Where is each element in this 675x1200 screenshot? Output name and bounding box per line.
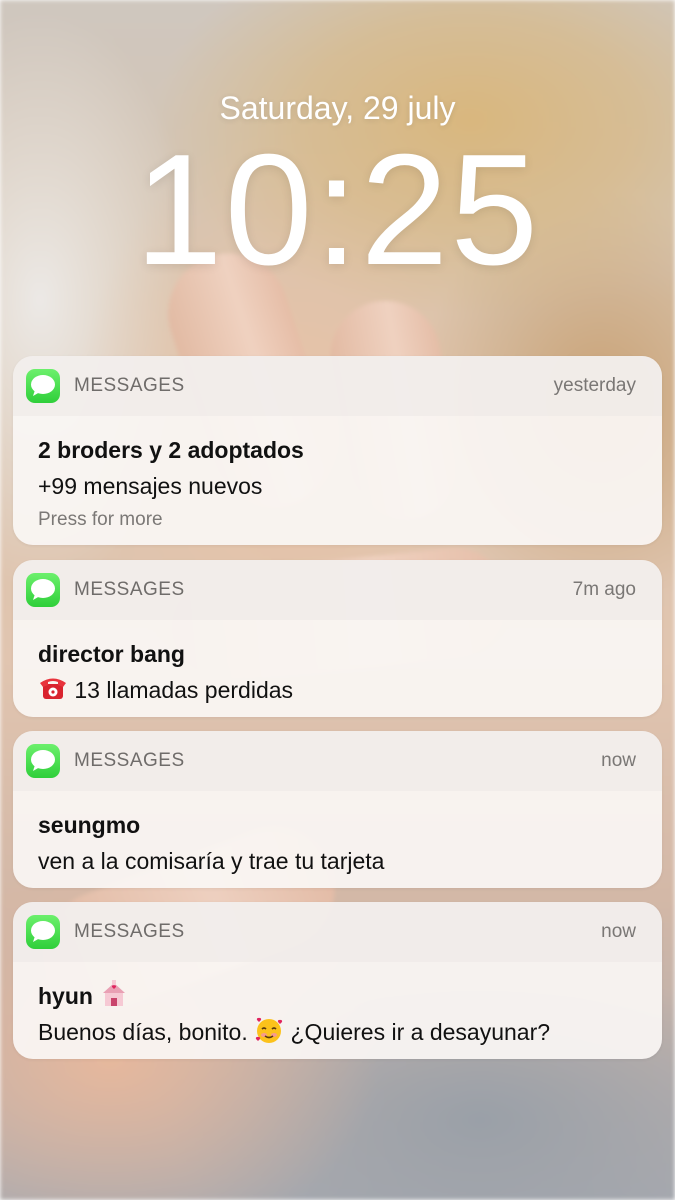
notification-card[interactable]: MESSAGES now hyun Buenos días, bonito. ¿… <box>13 902 662 1059</box>
notification-time: 7m ago <box>572 579 636 600</box>
notification-message: ven a la comisaría y trae tu tarjeta <box>38 848 385 874</box>
app-name: MESSAGES <box>74 750 185 771</box>
smiling-face-with-hearts-icon <box>254 1015 284 1045</box>
notification-header: MESSAGES now <box>13 731 662 791</box>
notification-message-row: Buenos días, bonito. ¿Quieres ir a desay… <box>38 1014 637 1050</box>
notification-message-end: ¿Quieres ir a desayunar? <box>290 1019 551 1045</box>
notification-sender: hyun <box>38 983 93 1009</box>
lock-screen-clock: 10:25 <box>134 122 541 298</box>
messages-app-icon <box>26 915 60 949</box>
messages-app-icon <box>26 369 60 403</box>
press-for-more-hint: Press for more <box>38 509 163 530</box>
notification-message-start: Buenos días, bonito. <box>38 1019 248 1045</box>
app-name: MESSAGES <box>74 375 185 396</box>
notification-header: MESSAGES now <box>13 902 662 962</box>
notification-card[interactable]: MESSAGES 7m ago director bang 13 llamada… <box>13 560 662 717</box>
messages-app-icon <box>26 573 60 607</box>
notification-header: MESSAGES yesterday <box>13 356 662 416</box>
notification-header: MESSAGES 7m ago <box>13 560 662 620</box>
notification-card[interactable]: MESSAGES yesterday 2 broders y 2 adoptad… <box>13 356 662 545</box>
messages-app-icon <box>26 744 60 778</box>
notification-sender: director bang <box>38 641 185 667</box>
notification-time: now <box>601 921 636 942</box>
telephone-icon <box>38 673 68 703</box>
wedding-chapel-icon <box>99 979 129 1009</box>
notification-time: yesterday <box>553 375 636 396</box>
app-name: MESSAGES <box>74 579 185 600</box>
notification-message-row: 13 llamadas perdidas <box>38 672 637 708</box>
notification-time: now <box>601 750 636 771</box>
notification-card[interactable]: MESSAGES now seungmo ven a la comisaría … <box>13 731 662 888</box>
notification-sender: seungmo <box>38 812 141 838</box>
notification-sender-row: hyun <box>38 978 637 1014</box>
notification-message: +99 mensajes nuevos <box>38 473 263 499</box>
notification-message: 13 llamadas perdidas <box>74 677 294 703</box>
app-name: MESSAGES <box>74 921 185 942</box>
notification-sender: 2 broders y 2 adoptados <box>38 437 304 463</box>
